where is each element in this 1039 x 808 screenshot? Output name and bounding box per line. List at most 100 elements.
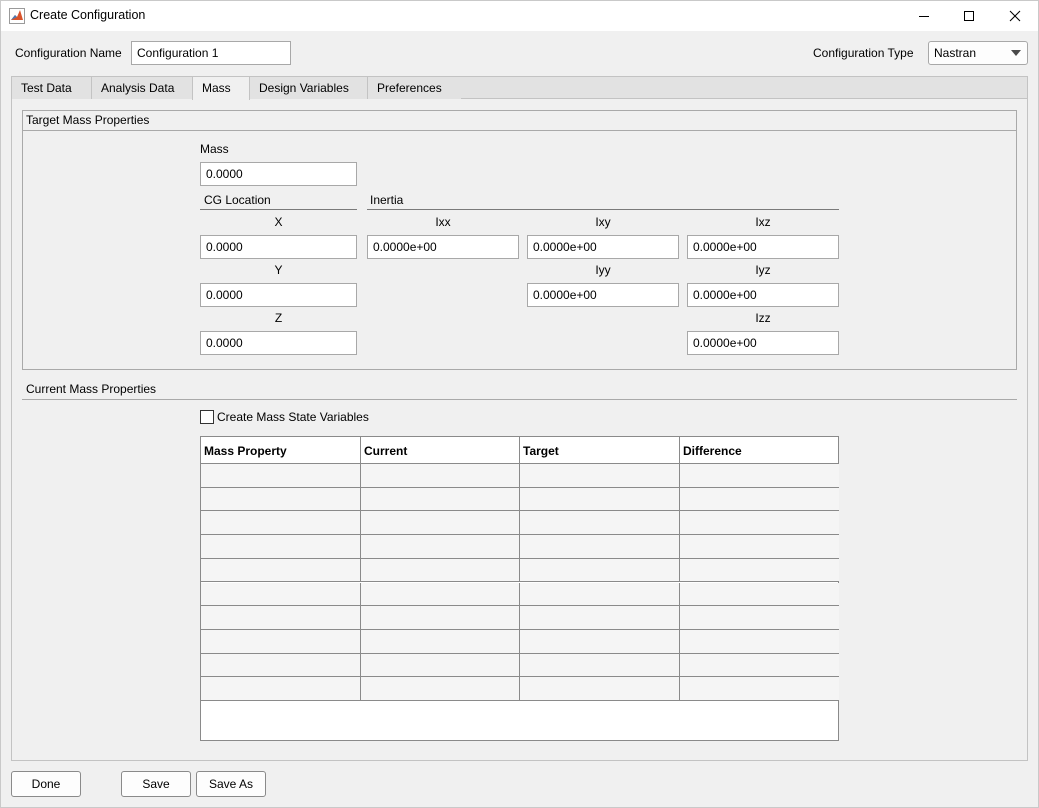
table-cell[interactable] <box>520 629 680 654</box>
table-cell[interactable] <box>201 558 361 583</box>
current-mass-properties-title: Current Mass Properties <box>26 382 157 396</box>
table-cell[interactable] <box>520 464 680 488</box>
table-cell[interactable] <box>361 582 520 607</box>
table-cell[interactable] <box>201 582 361 607</box>
close-button[interactable] <box>992 0 1038 31</box>
close-icon <box>1009 10 1021 21</box>
table-cell[interactable] <box>680 535 839 559</box>
cg-y-input[interactable] <box>200 283 357 307</box>
table-cell[interactable] <box>520 582 680 607</box>
table-cell[interactable] <box>201 629 361 654</box>
iyy-label: Iyy <box>595 263 611 277</box>
mass-input[interactable] <box>200 162 357 186</box>
target-mass-properties-header <box>22 110 1017 131</box>
iyz-input[interactable] <box>687 283 839 307</box>
table-cell[interactable] <box>520 677 680 701</box>
table-cell[interactable] <box>361 464 520 488</box>
column-header-mass-property[interactable]: Mass Property <box>201 437 361 464</box>
cg-location-label: CG Location <box>204 193 271 207</box>
create-mass-state-variables-label: Create Mass State Variables <box>217 410 369 424</box>
cg-z-input[interactable] <box>200 331 357 355</box>
mass-properties-table[interactable]: Mass Property Current Target Difference <box>200 436 839 741</box>
configuration-type-label: Configuration Type <box>813 46 914 60</box>
target-mass-properties-panel <box>22 110 1017 370</box>
ixx-input[interactable] <box>367 235 519 259</box>
create-mass-state-variables-checkbox[interactable] <box>200 410 214 424</box>
table-cell[interactable] <box>201 677 361 701</box>
dropdown-arrow-icon <box>1011 50 1021 56</box>
save-as-button[interactable]: Save As <box>196 771 266 797</box>
column-header-target[interactable]: Target <box>520 437 680 464</box>
x-label: X <box>274 215 283 229</box>
column-header-current[interactable]: Current <box>361 437 520 464</box>
table-cell[interactable] <box>361 629 520 654</box>
table-cell[interactable] <box>361 487 520 512</box>
table-cell[interactable] <box>520 606 680 630</box>
table-cell[interactable] <box>201 464 361 488</box>
table-cell[interactable] <box>680 464 839 488</box>
table-cell[interactable] <box>201 653 361 678</box>
tab-analysis-data[interactable]: Analysis Data <box>91 76 193 99</box>
table-cell[interactable] <box>520 487 680 512</box>
table-cell[interactable] <box>520 535 680 559</box>
cg-location-divider <box>200 209 357 210</box>
current-mass-properties-divider <box>22 399 1017 400</box>
tab-mass[interactable]: Mass <box>192 76 250 100</box>
table-cell[interactable] <box>201 487 361 512</box>
table-cell[interactable] <box>361 535 520 559</box>
save-button[interactable]: Save <box>121 771 191 797</box>
table-cell[interactable] <box>361 558 520 583</box>
y-label: Y <box>274 263 283 277</box>
ixz-input[interactable] <box>687 235 839 259</box>
ixx-label: Ixx <box>435 215 451 229</box>
minimize-button[interactable] <box>901 0 947 31</box>
matlab-logo-icon <box>9 8 25 24</box>
table-cell[interactable] <box>680 629 839 654</box>
configuration-type-value: Nastran <box>934 46 977 60</box>
table-cell[interactable] <box>520 653 680 678</box>
table-cell[interactable] <box>361 653 520 678</box>
tab-preferences[interactable]: Preferences <box>367 76 462 99</box>
tab-test-data[interactable]: Test Data <box>11 76 92 99</box>
ixy-input[interactable] <box>527 235 679 259</box>
configuration-name-label: Configuration Name <box>15 46 122 60</box>
table-cell[interactable] <box>201 606 361 630</box>
table-cell[interactable] <box>201 511 361 536</box>
table-cell[interactable] <box>520 558 680 583</box>
table-cell[interactable] <box>680 511 839 536</box>
izz-input[interactable] <box>687 331 839 355</box>
mass-label: Mass <box>200 142 229 156</box>
table-cell[interactable] <box>361 511 520 536</box>
table-cell[interactable] <box>361 677 520 701</box>
table-cell[interactable] <box>520 511 680 536</box>
inertia-label: Inertia <box>370 193 404 207</box>
window-title: Create Configuration <box>30 8 146 22</box>
inertia-divider <box>367 209 839 210</box>
maximize-button[interactable] <box>946 0 992 31</box>
table-cell[interactable] <box>680 582 839 607</box>
table-cell[interactable] <box>361 606 520 630</box>
iyy-input[interactable] <box>527 283 679 307</box>
z-label: Z <box>274 311 283 325</box>
table-cell[interactable] <box>680 677 839 701</box>
maximize-icon <box>964 10 974 21</box>
ixz-label: Ixz <box>755 215 771 229</box>
iyz-label: Iyz <box>755 263 771 277</box>
configuration-name-input[interactable] <box>131 41 291 65</box>
tab-strip-fill <box>461 76 1028 98</box>
ixy-label: Ixy <box>595 215 611 229</box>
table-cell[interactable] <box>201 535 361 559</box>
izz-label: Izz <box>755 311 771 325</box>
table-cell[interactable] <box>680 606 839 630</box>
table-cell[interactable] <box>680 653 839 678</box>
table-cell[interactable] <box>680 558 839 583</box>
tab-design-variables[interactable]: Design Variables <box>249 76 368 99</box>
table-cell[interactable] <box>680 487 839 512</box>
configuration-type-dropdown[interactable]: Nastran <box>928 41 1028 65</box>
column-header-difference[interactable]: Difference <box>680 437 839 464</box>
title-bar <box>0 0 1039 31</box>
cg-x-input[interactable] <box>200 235 357 259</box>
minimize-icon <box>919 15 929 17</box>
done-button[interactable]: Done <box>11 771 81 797</box>
target-mass-properties-title: Target Mass Properties <box>26 113 150 127</box>
